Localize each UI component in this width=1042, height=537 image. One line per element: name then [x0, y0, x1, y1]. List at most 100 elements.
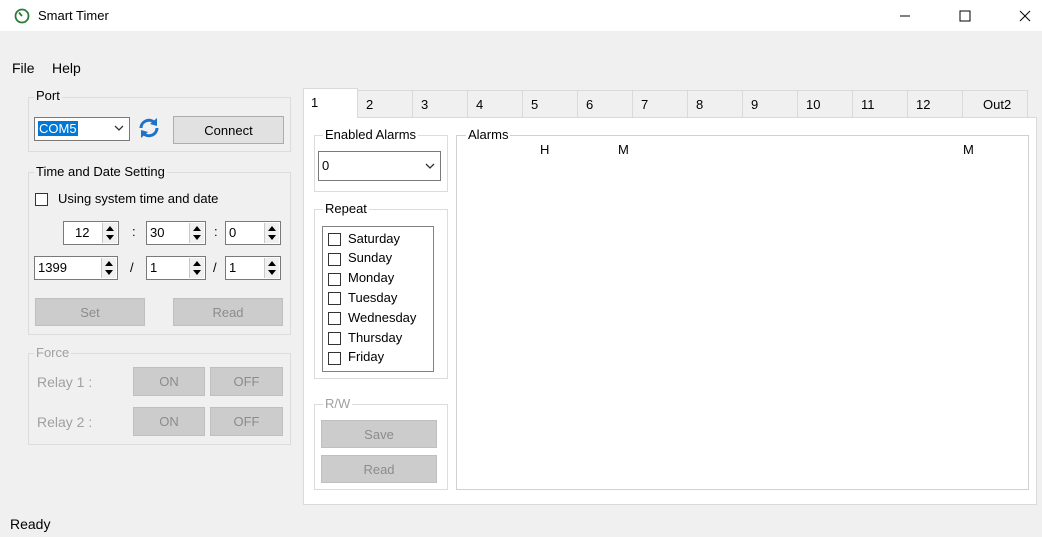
year-updown[interactable]	[101, 258, 116, 278]
sunday-label: Sunday	[348, 250, 393, 265]
time-date-legend: Time and Date Setting	[34, 164, 167, 179]
arrow-down-icon[interactable]	[105, 233, 115, 242]
relay2-off-button[interactable]: OFF	[210, 407, 283, 436]
enabled-alarms-value: 0	[322, 158, 330, 173]
tuesday-checkbox[interactable]	[328, 292, 341, 305]
day-spinner[interactable]: 1	[225, 256, 281, 280]
tab-1[interactable]: 1	[303, 88, 358, 118]
day-updown[interactable]	[264, 258, 279, 278]
alarms-header-hour: H	[540, 142, 550, 157]
arrow-up-icon[interactable]	[192, 224, 202, 233]
saturday-checkbox[interactable]	[328, 233, 341, 246]
timer-icon	[14, 8, 30, 24]
tuesday-label: Tuesday	[348, 290, 398, 305]
hour-updown[interactable]	[102, 223, 117, 243]
month-spinner[interactable]: 1	[146, 256, 206, 280]
arrow-up-icon[interactable]	[104, 259, 114, 268]
arrow-up-icon[interactable]	[267, 259, 277, 268]
maximize-button[interactable]	[942, 0, 988, 31]
relay1-label: Relay 1 :	[37, 374, 93, 390]
tab-11[interactable]: 11	[852, 90, 908, 117]
use-system-time-checkbox[interactable]	[35, 193, 48, 206]
relay1-on-button[interactable]: ON	[133, 367, 205, 396]
tab-label: 2	[366, 97, 374, 112]
tab-5[interactable]: 5	[522, 90, 578, 117]
menu-file[interactable]: File	[12, 60, 35, 76]
tab-4[interactable]: 4	[467, 90, 523, 117]
minute-updown[interactable]	[189, 223, 204, 243]
tab-8[interactable]: 8	[687, 90, 743, 117]
status-text: Ready	[10, 516, 51, 532]
alarms-group	[456, 135, 1029, 490]
connect-button[interactable]: Connect	[173, 116, 284, 144]
port-value: COM5	[38, 121, 78, 136]
rw-legend: R/W	[323, 396, 353, 411]
relay2-on-button[interactable]: ON	[133, 407, 205, 436]
arrow-up-icon[interactable]	[192, 259, 202, 268]
month-value: 1	[150, 260, 158, 275]
arrow-down-icon[interactable]	[267, 233, 277, 242]
thursday-label: Thursday	[348, 330, 403, 345]
tab-7[interactable]: 7	[632, 90, 688, 117]
tab-label: 5	[531, 97, 539, 112]
wednesday-checkbox[interactable]	[328, 312, 341, 325]
tab-label: 6	[586, 97, 594, 112]
status-bar	[0, 512, 1042, 537]
date-separator: /	[213, 260, 217, 275]
set-button[interactable]: Set	[35, 298, 145, 326]
tab-label: 3	[421, 97, 429, 112]
year-value: 1399	[38, 260, 67, 275]
hour-spinner[interactable]: 12	[63, 221, 119, 245]
minute-value: 30	[150, 225, 165, 240]
tab-6[interactable]: 6	[577, 90, 633, 117]
relay1-off-button[interactable]: OFF	[210, 367, 283, 396]
minimize-button[interactable]	[882, 0, 928, 31]
tab-label: 4	[476, 97, 484, 112]
menu-help[interactable]: Help	[52, 60, 81, 76]
save-button[interactable]: Save	[321, 420, 437, 448]
tab-out2[interactable]: Out2	[962, 90, 1028, 117]
arrow-down-icon[interactable]	[104, 268, 114, 277]
arrow-down-icon[interactable]	[192, 233, 202, 242]
month-updown[interactable]	[189, 258, 204, 278]
repeat-legend: Repeat	[323, 201, 369, 216]
year-spinner[interactable]: 1399	[34, 256, 118, 280]
enabled-alarms-legend: Enabled Alarms	[323, 127, 419, 142]
sunday-checkbox[interactable]	[328, 253, 341, 266]
window-title: Smart Timer	[38, 8, 109, 23]
read-time-button[interactable]: Read	[173, 298, 283, 326]
enabled-alarms-select[interactable]: 0	[318, 151, 441, 181]
tab-label: 11	[861, 97, 875, 112]
tab-9[interactable]: 9	[742, 90, 798, 117]
chevron-down-icon	[113, 122, 125, 137]
arrow-down-icon[interactable]	[192, 268, 202, 277]
friday-checkbox[interactable]	[328, 352, 341, 365]
thursday-checkbox[interactable]	[328, 332, 341, 345]
port-select[interactable]: COM5	[34, 117, 130, 141]
saturday-label: Saturday	[348, 231, 401, 246]
second-spinner[interactable]: 0	[225, 221, 281, 245]
minute-spinner[interactable]: 30	[146, 221, 206, 245]
read-alarms-button[interactable]: Read	[321, 455, 437, 483]
close-button[interactable]	[1002, 0, 1042, 31]
arrow-up-icon[interactable]	[267, 224, 277, 233]
hour-value: 12	[75, 225, 90, 240]
alarms-header-minute: M	[618, 142, 629, 157]
tab-12[interactable]: 12	[907, 90, 963, 117]
tab-3[interactable]: 3	[412, 90, 468, 117]
tab-label: 12	[916, 97, 931, 112]
time-separator: :	[214, 224, 218, 239]
monday-label: Monday	[348, 270, 395, 285]
tab-10[interactable]: 10	[797, 90, 853, 117]
tab-label: 9	[751, 97, 759, 112]
tab-label: 7	[641, 97, 649, 112]
wednesday-label: Wednesday	[348, 310, 417, 325]
second-value: 0	[229, 225, 237, 240]
arrow-down-icon[interactable]	[267, 268, 277, 277]
arrow-up-icon[interactable]	[105, 224, 115, 233]
tab-2[interactable]: 2	[357, 90, 413, 117]
monday-checkbox[interactable]	[328, 273, 341, 286]
second-updown[interactable]	[264, 223, 279, 243]
refresh-icon[interactable]	[137, 116, 161, 140]
date-separator: /	[130, 260, 134, 275]
